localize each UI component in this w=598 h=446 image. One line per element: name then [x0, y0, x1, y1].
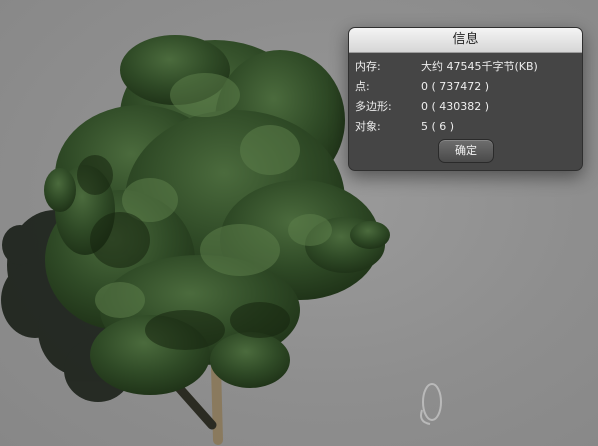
points-label: 点: [355, 80, 370, 93]
objects-row: 对象: 5 ( 6 ) [355, 117, 577, 137]
rotate-gizmo-icon[interactable] [420, 383, 442, 425]
memory-value: 大约 47545千字节(KB) [421, 60, 538, 73]
objects-value: 5 ( 6 ) [421, 120, 455, 133]
objects-label: 对象: [355, 120, 381, 133]
memory-label: 内存: [355, 60, 381, 73]
points-value: 0 ( 737472 ) [421, 80, 490, 93]
points-row: 点: 0 ( 737472 ) [355, 77, 577, 97]
polygons-label: 多边形: [355, 100, 392, 113]
ok-button[interactable]: 确定 [438, 139, 494, 163]
3d-viewport[interactable]: 信息 内存: 大约 47545千字节(KB) 点: 0 ( 737472 ) 多边形… [0, 0, 598, 446]
dialog-title: 信息 [349, 28, 582, 53]
polygons-row: 多边形: 0 ( 430382 ) [355, 97, 577, 117]
info-table: 内存: 大约 47545千字节(KB) 点: 0 ( 737472 ) 多边形: 0 … [355, 57, 577, 137]
polygons-value: 0 ( 430382 ) [421, 100, 490, 113]
info-dialog: 信息 内存: 大约 47545千字节(KB) 点: 0 ( 737472 ) 多边形… [348, 27, 583, 171]
memory-row: 内存: 大约 47545千字节(KB) [355, 57, 577, 77]
